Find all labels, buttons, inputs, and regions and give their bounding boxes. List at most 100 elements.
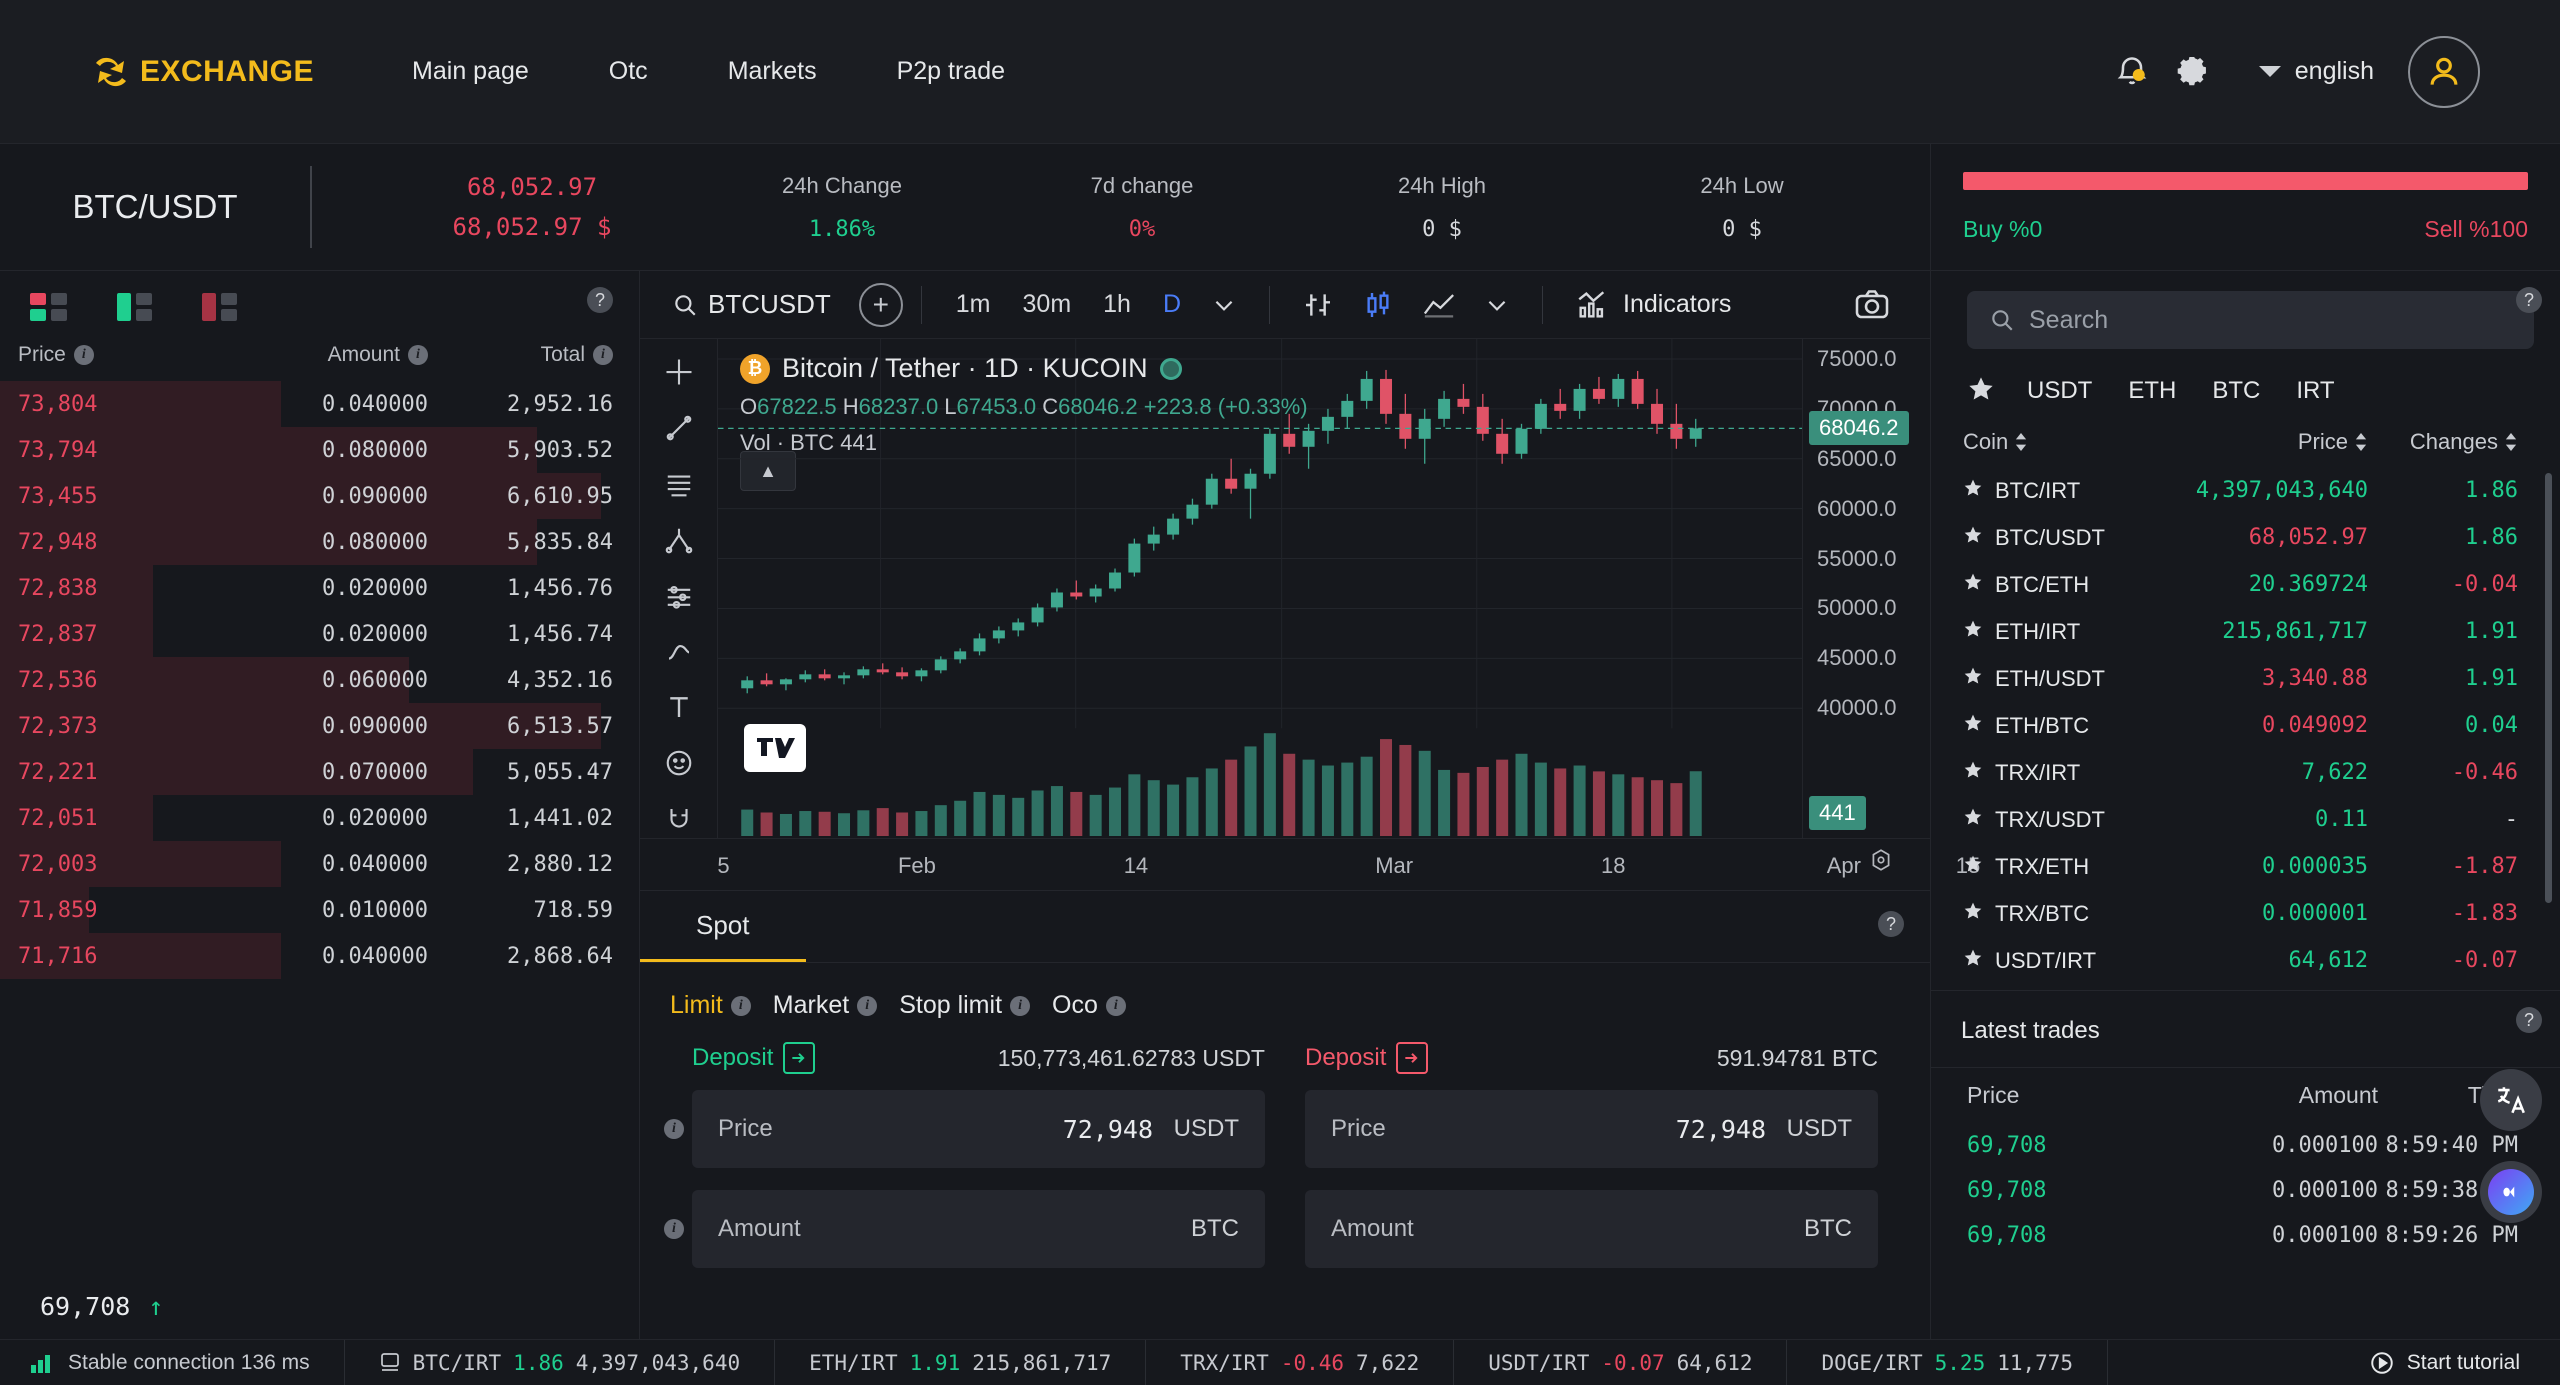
markets-sort-price[interactable]: Price (2138, 429, 2368, 455)
markets-help-icon[interactable]: ? (2516, 287, 2542, 313)
chart-settings-icon[interactable] (1868, 847, 1894, 879)
trade-help-icon[interactable]: ? (1878, 911, 1904, 937)
market-row[interactable]: ETH/BTC 0.049092 0.04 (1931, 702, 2560, 749)
order-book-row[interactable]: 73,804 0.040000 2,952.16 (0, 381, 639, 427)
chart-type-more-chevron-icon[interactable] (1470, 292, 1524, 318)
order-book-row[interactable]: 72,051 0.020000 1,441.02 (0, 795, 639, 841)
market-row[interactable]: BTC/USDT 68,052.97 1.86 (1931, 514, 2560, 561)
sell-deposit-button[interactable]: Deposit (1305, 1042, 1429, 1074)
info-icon[interactable]: i (73, 345, 94, 365)
info-icon[interactable]: i (1105, 995, 1126, 1016)
order-book-row[interactable]: 71,716 0.040000 2,868.64 (0, 933, 639, 979)
statusbar-ticker[interactable]: ETH/IRT 1.91 215,861,717 (775, 1340, 1147, 1385)
favorite-star-icon[interactable] (1963, 760, 1983, 786)
timeframe-more-chevron-icon[interactable] (1197, 292, 1251, 318)
market-row[interactable]: TRX/BTC 0.000001 -1.83 (1931, 890, 2560, 937)
info-icon[interactable]: i (664, 1219, 684, 1239)
market-row[interactable]: TRX/IRT 7,622 -0.46 (1931, 749, 2560, 796)
nav-link-p2p-trade[interactable]: P2p trade (857, 57, 1045, 86)
markets-sort-changes[interactable]: Changes (2368, 429, 2518, 455)
favorites-star-icon[interactable] (1961, 375, 2009, 408)
statusbar-ticker[interactable]: USDT/IRT -0.07 64,612 (1454, 1340, 1788, 1385)
language-selector[interactable]: english (2258, 57, 2374, 86)
timeframe-d[interactable]: D (1147, 290, 1197, 319)
favorite-star-icon[interactable] (1963, 572, 1983, 598)
market-row[interactable]: ETH/IRT 215,861,717 1.91 (1931, 608, 2560, 655)
timeframe-1m[interactable]: 1m (940, 290, 1007, 319)
order-book-row[interactable]: 73,455 0.090000 6,610.95 (0, 473, 639, 519)
order-book-row[interactable]: 72,221 0.070000 5,055.47 (0, 749, 639, 795)
market-row[interactable]: TRX/USDT 0.11 - (1931, 796, 2560, 843)
emoji-tool-icon[interactable] (651, 744, 707, 782)
statusbar-ticker[interactable]: TRX/IRT -0.46 7,622 (1146, 1340, 1455, 1385)
statusbar-ticker[interactable]: BTC/IRT 1.86 4,397,043,640 (345, 1340, 776, 1385)
brand-logo[interactable]: EXCHANGE (88, 49, 314, 95)
sell-price-field[interactable]: Price 72,948 USDT (1305, 1090, 1878, 1168)
market-row[interactable]: TRX/ETH 0.000035 -1.87 (1931, 843, 2560, 890)
order-book-row[interactable]: 72,536 0.060000 4,352.16 (0, 657, 639, 703)
order-book-row[interactable]: 72,837 0.020000 1,456.74 (0, 611, 639, 657)
pitchfork-tool-icon[interactable] (651, 521, 707, 559)
info-icon[interactable]: i (730, 995, 751, 1016)
market-row[interactable]: USDT/IRT 64,612 -0.07 (1931, 937, 2560, 984)
latest-trades-help-icon[interactable]: ? (2516, 1007, 2542, 1033)
markets-sort-coin[interactable]: Coin (1963, 429, 2138, 455)
market-row[interactable]: BTC/IRT 4,397,043,640 1.86 (1931, 467, 2560, 514)
start-tutorial-button[interactable]: Start tutorial (2369, 1350, 2560, 1376)
area-chart-type-icon[interactable] (1408, 290, 1470, 320)
timeframe-1h[interactable]: 1h (1087, 290, 1147, 319)
buy-price-field[interactable]: i Price 72,948 USDT (664, 1090, 1265, 1168)
brush-tool-icon[interactable] (651, 632, 707, 670)
market-tab-eth[interactable]: ETH (2110, 371, 2194, 411)
nav-link-otc[interactable]: Otc (569, 57, 688, 86)
chart-price-axis[interactable]: 75000.0 70000.0 65000.0 60000.0 55000.0 50000… (1802, 339, 1930, 838)
market-row[interactable]: ETH/USDT 3,340.88 1.91 (1931, 655, 2560, 702)
favorite-star-icon[interactable] (1963, 666, 1983, 692)
favorite-star-icon[interactable] (1963, 525, 1983, 551)
order-type-stop-limit[interactable]: Stop limit i (899, 991, 1031, 1020)
trend-line-tool-icon[interactable] (651, 409, 707, 447)
candlestick-chart-type-icon[interactable] (1348, 289, 1408, 321)
gear-icon[interactable] (2163, 41, 2225, 103)
order-type-oco[interactable]: Oco i (1052, 991, 1126, 1020)
timeframe-30m[interactable]: 30m (1007, 290, 1088, 319)
order-book-row[interactable]: 72,003 0.040000 2,880.12 (0, 841, 639, 887)
buy-amount-field[interactable]: i Amount BTC (664, 1190, 1265, 1268)
measure-tool-icon[interactable] (651, 577, 707, 615)
favorite-star-icon[interactable] (1963, 901, 1983, 927)
orderbook-layout-bids-icon[interactable] (117, 293, 152, 321)
order-type-market[interactable]: Market i (773, 991, 878, 1020)
info-icon[interactable]: i (593, 345, 613, 365)
tab-spot[interactable]: Spot (640, 891, 806, 962)
orderbook-layout-asks-icon[interactable] (202, 293, 237, 321)
market-row[interactable]: BTC/ETH 20.369724 -0.04 (1931, 561, 2560, 608)
market-tab-irt[interactable]: IRT (2278, 371, 2352, 411)
nav-link-markets[interactable]: Markets (688, 57, 857, 86)
favorite-star-icon[interactable] (1963, 619, 1983, 645)
tradingview-logo[interactable] (744, 724, 806, 772)
fib-retracement-tool-icon[interactable] (651, 465, 707, 503)
info-icon[interactable]: i (664, 1119, 684, 1139)
order-book-row[interactable]: 71,859 0.010000 718.59 (0, 887, 639, 933)
text-tool-icon[interactable] (651, 688, 707, 726)
translate-icon[interactable] (2480, 1069, 2542, 1131)
market-tab-usdt[interactable]: USDT (2009, 371, 2110, 411)
add-symbol-button[interactable]: + (858, 282, 903, 327)
chat-widget-icon[interactable] (2480, 1161, 2542, 1223)
order-book-row[interactable]: 72,373 0.090000 6,513.57 (0, 703, 639, 749)
symbol-search[interactable]: BTCUSDT (658, 289, 845, 320)
info-icon[interactable]: i (1010, 995, 1031, 1016)
order-type-limit[interactable]: Limit i (670, 991, 751, 1020)
favorite-star-icon[interactable] (1963, 713, 1983, 739)
avatar[interactable] (2408, 35, 2480, 108)
sell-amount-field[interactable]: Amount BTC (1305, 1190, 1878, 1268)
indicators-button[interactable]: Indicators (1561, 289, 1745, 321)
magnet-tool-icon[interactable] (651, 800, 707, 838)
buy-deposit-button[interactable]: Deposit (692, 1042, 816, 1074)
favorite-star-icon[interactable] (1963, 478, 1983, 504)
search-input[interactable]: Search (1967, 291, 2534, 349)
order-book-row[interactable]: 73,794 0.080000 5,903.52 (0, 427, 639, 473)
order-book-row[interactable]: 72,838 0.020000 1,456.76 (0, 565, 639, 611)
screenshot-camera-icon[interactable] (1840, 289, 1904, 321)
notification-bell-icon[interactable] (2101, 41, 2163, 103)
